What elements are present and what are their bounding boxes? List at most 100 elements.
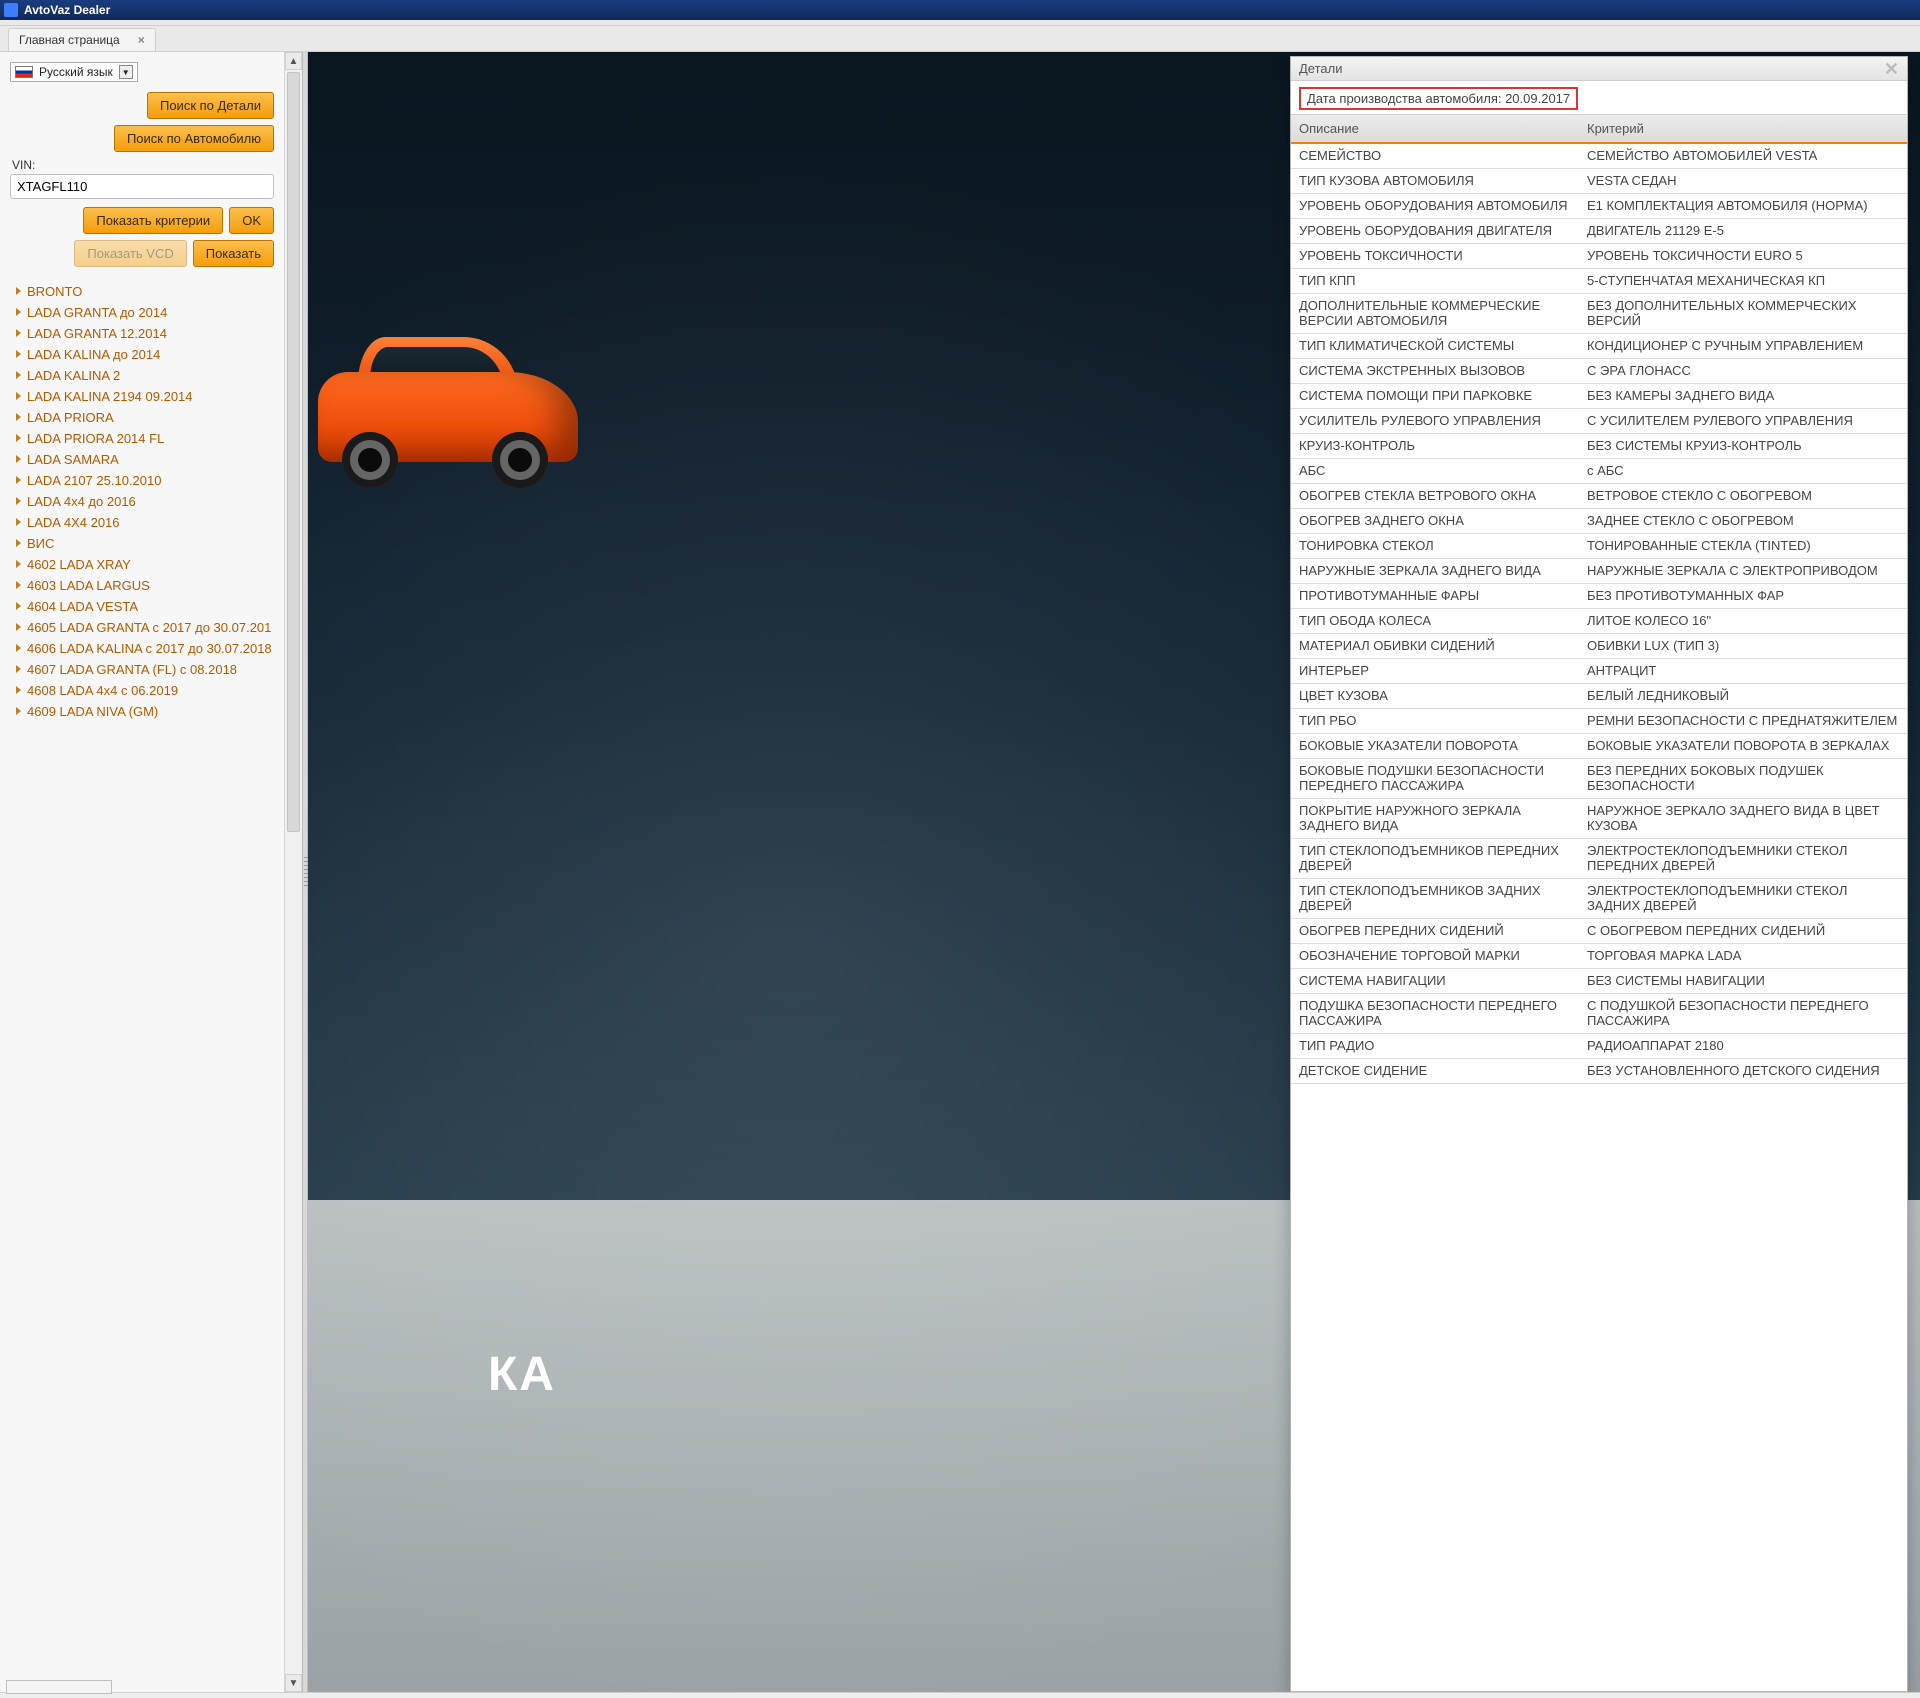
detail-desc: АБС [1291,459,1579,483]
tree-item[interactable]: 4603 LADA LARGUS [10,575,274,596]
detail-row: БОКОВЫЕ УКАЗАТЕЛИ ПОВОРОТАБОКОВЫЕ УКАЗАТ… [1291,734,1907,759]
detail-row: ТИП СТЕКЛОПОДЪЕМНИКОВ ПЕРЕДНИХ ДВЕРЕЙЭЛЕ… [1291,839,1907,879]
detail-value: С ЭРА ГЛОНАСС [1579,359,1907,383]
detail-value: ДВИГАТЕЛЬ 21129 Е-5 [1579,219,1907,243]
detail-value: РЕМНИ БЕЗОПАСНОСТИ С ПРЕДНАТЯЖИТЕЛЕМ [1579,709,1907,733]
detail-desc: ОБОГРЕВ ЗАДНЕГО ОКНА [1291,509,1579,533]
content-area: КА Детали ✕ Дата производства автомобиля… [308,52,1920,1692]
window-title: AvtoVaz Dealer [24,3,110,17]
show-button[interactable]: Показать [193,240,274,267]
detail-desc: ДОПОЛНИТЕЛЬНЫЕ КОММЕРЧЕСКИЕ ВЕРСИИ АВТОМ… [1291,294,1579,333]
scroll-thumb[interactable] [287,72,300,832]
show-criteria-button[interactable]: Показать критерии [83,207,223,234]
detail-desc: ТИП КУЗОВА АВТОМОБИЛЯ [1291,169,1579,193]
detail-value: ЗАДНЕЕ СТЕКЛО С ОБОГРЕВОМ [1579,509,1907,533]
search-parts-button[interactable]: Поиск по Детали [147,92,274,119]
detail-row: ТИП КПП5-СТУПЕНЧАТАЯ МЕХАНИЧЕСКАЯ КП [1291,269,1907,294]
caret-right-icon [16,560,21,568]
detail-row: ОБОГРЕВ ЗАДНЕГО ОКНАЗАДНЕЕ СТЕКЛО С ОБОГ… [1291,509,1907,534]
language-select[interactable]: Русский язык ▼ [10,62,138,82]
tab-main[interactable]: Главная страница × [8,28,156,51]
tree-item[interactable]: 4605 LADA GRANTA с 2017 до 30.07.201 [10,617,274,638]
detail-value: КОНДИЦИОНЕР С РУЧНЫМ УПРАВЛЕНИЕМ [1579,334,1907,358]
col-description: Описание [1291,115,1579,142]
tree-item-label: LADA KALINA 2194 09.2014 [27,389,193,404]
tree-item[interactable]: LADA KALINA до 2014 [10,344,274,365]
detail-row: СИСТЕМА ПОМОЩИ ПРИ ПАРКОВКЕБЕЗ КАМЕРЫ ЗА… [1291,384,1907,409]
caret-right-icon [16,497,21,505]
detail-row: ТОНИРОВКА СТЕКОЛТОНИРОВАННЫЕ СТЕКЛА (TIN… [1291,534,1907,559]
detail-row: БОКОВЫЕ ПОДУШКИ БЕЗОПАСНОСТИ ПЕРЕДНЕГО П… [1291,759,1907,799]
ok-button[interactable]: OK [229,207,274,234]
tree-item-label: 4602 LADA XRAY [27,557,131,572]
chevron-down-icon: ▼ [119,65,133,79]
scroll-down-icon[interactable]: ▼ [285,1674,302,1692]
tree-item[interactable]: LADA 4X4 2016 [10,512,274,533]
detail-value: С ОБОГРЕВОМ ПЕРЕДНИХ СИДЕНИЙ [1579,919,1907,943]
app-icon [4,3,18,17]
tree-item[interactable]: LADA PRIORA [10,407,274,428]
tree-item[interactable]: 4608 LADA 4x4 с 06.2019 [10,680,274,701]
detail-desc: УРОВЕНЬ ОБОРУДОВАНИЯ ДВИГАТЕЛЯ [1291,219,1579,243]
close-icon[interactable]: × [138,33,145,47]
detail-row: КРУИЗ-КОНТРОЛЬБЕЗ СИСТЕМЫ КРУИЗ-КОНТРОЛЬ [1291,434,1907,459]
tree-item[interactable]: 4609 LADA NIVA (GM) [10,701,274,722]
detail-value: С УСИЛИТЕЛЕМ РУЛЕВОГО УПРАВЛЕНИЯ [1579,409,1907,433]
tree-item[interactable]: 4602 LADA XRAY [10,554,274,575]
vin-input[interactable] [10,174,274,199]
tree-item-label: LADA 4X4 2016 [27,515,120,530]
details-title: Детали [1299,61,1343,76]
show-vcd-button: Показать VCD [74,240,186,267]
tree-item[interactable]: BRONTO [10,281,274,302]
close-icon[interactable]: ✕ [1884,62,1899,76]
sidebar: Русский язык ▼ Поиск по Детали Поиск по … [0,52,302,1692]
language-label: Русский язык [39,65,113,79]
caret-right-icon [16,434,21,442]
detail-row: ДОПОЛНИТЕЛЬНЫЕ КОММЕРЧЕСКИЕ ВЕРСИИ АВТОМ… [1291,294,1907,334]
tree-item-label: 4603 LADA LARGUS [27,578,150,593]
tree-item[interactable]: LADA 2107 25.10.2010 [10,470,274,491]
tree-item[interactable]: LADA KALINA 2194 09.2014 [10,386,274,407]
detail-value: ТОНИРОВАННЫЕ СТЕКЛА (TINTED) [1579,534,1907,558]
detail-row: УРОВЕНЬ ОБОРУДОВАНИЯ АВТОМОБИЛЯЕ1 КОМПЛЕ… [1291,194,1907,219]
detail-value: БЕЗ СИСТЕМЫ КРУИЗ-КОНТРОЛЬ [1579,434,1907,458]
tree-item[interactable]: LADA GRANTA до 2014 [10,302,274,323]
detail-row: ОБОЗНАЧЕНИЕ ТОРГОВОЙ МАРКИТОРГОВАЯ МАРКА… [1291,944,1907,969]
detail-desc: СИСТЕМА НАВИГАЦИИ [1291,969,1579,993]
tree-item[interactable]: LADA PRIORA 2014 FL [10,428,274,449]
detail-value: БЕЗ СИСТЕМЫ НАВИГАЦИИ [1579,969,1907,993]
detail-value: НАРУЖНЫЕ ЗЕРКАЛА С ЭЛЕКТРОПРИВОДОМ [1579,559,1907,583]
scroll-up-icon[interactable]: ▲ [285,52,302,70]
detail-value: БЕЗ ПРОТИВОТУМАННЫХ ФАР [1579,584,1907,608]
tree-item[interactable]: LADA KALINA 2 [10,365,274,386]
tree-item[interactable]: 4607 LADA GRANTA (FL) с 08.2018 [10,659,274,680]
sidebar-scrollbar[interactable]: ▲ ▼ [284,52,302,1692]
tree-item[interactable]: LADA 4x4 до 2016 [10,491,274,512]
detail-desc: ЦВЕТ КУЗОВА [1291,684,1579,708]
detail-desc: БОКОВЫЕ ПОДУШКИ БЕЗОПАСНОСТИ ПЕРЕДНЕГО П… [1291,759,1579,798]
tree-item-label: 4608 LADA 4x4 с 06.2019 [27,683,178,698]
detail-row: УРОВЕНЬ ОБОРУДОВАНИЯ ДВИГАТЕЛЯДВИГАТЕЛЬ … [1291,219,1907,244]
tree-item-label: 4609 LADA NIVA (GM) [27,704,158,719]
detail-value: БЕЗ УСТАНОВЛЕННОГО ДЕТСКОГО СИДЕНИЯ [1579,1059,1907,1083]
tree-item[interactable]: 4604 LADA VESTA [10,596,274,617]
detail-desc: ТИП КЛИМАТИЧЕСКОЙ СИСТЕМЫ [1291,334,1579,358]
tree-item[interactable]: ВИС [10,533,274,554]
detail-row: ЦВЕТ КУЗОВАБЕЛЫЙ ЛЕДНИКОВЫЙ [1291,684,1907,709]
search-vehicle-button[interactable]: Поиск по Автомобилю [114,125,274,152]
caret-right-icon [16,476,21,484]
detail-desc: СЕМЕЙСТВО [1291,144,1579,168]
tab-strip: Главная страница × [0,26,1920,52]
detail-value: ЛИТОЕ КОЛЕСО 16" [1579,609,1907,633]
detail-desc: ТИП РБО [1291,709,1579,733]
detail-row: ПРОТИВОТУМАННЫЕ ФАРЫБЕЗ ПРОТИВОТУМАННЫХ … [1291,584,1907,609]
tree-item[interactable]: 4606 LADA KALINA с 2017 до 30.07.2018 [10,638,274,659]
status-bar [0,1692,1920,1698]
detail-desc: ОБОГРЕВ СТЕКЛА ВЕТРОВОГО ОКНА [1291,484,1579,508]
detail-value: ЭЛЕКТРОСТЕКЛОПОДЪЕМНИКИ СТЕКОЛ ЗАДНИХ ДВ… [1579,879,1907,918]
caret-right-icon [16,581,21,589]
detail-desc: ТОНИРОВКА СТЕКОЛ [1291,534,1579,558]
detail-value: ТОРГОВАЯ МАРКА LADA [1579,944,1907,968]
tree-item[interactable]: LADA GRANTA 12.2014 [10,323,274,344]
tree-item[interactable]: LADA SAMARA [10,449,274,470]
